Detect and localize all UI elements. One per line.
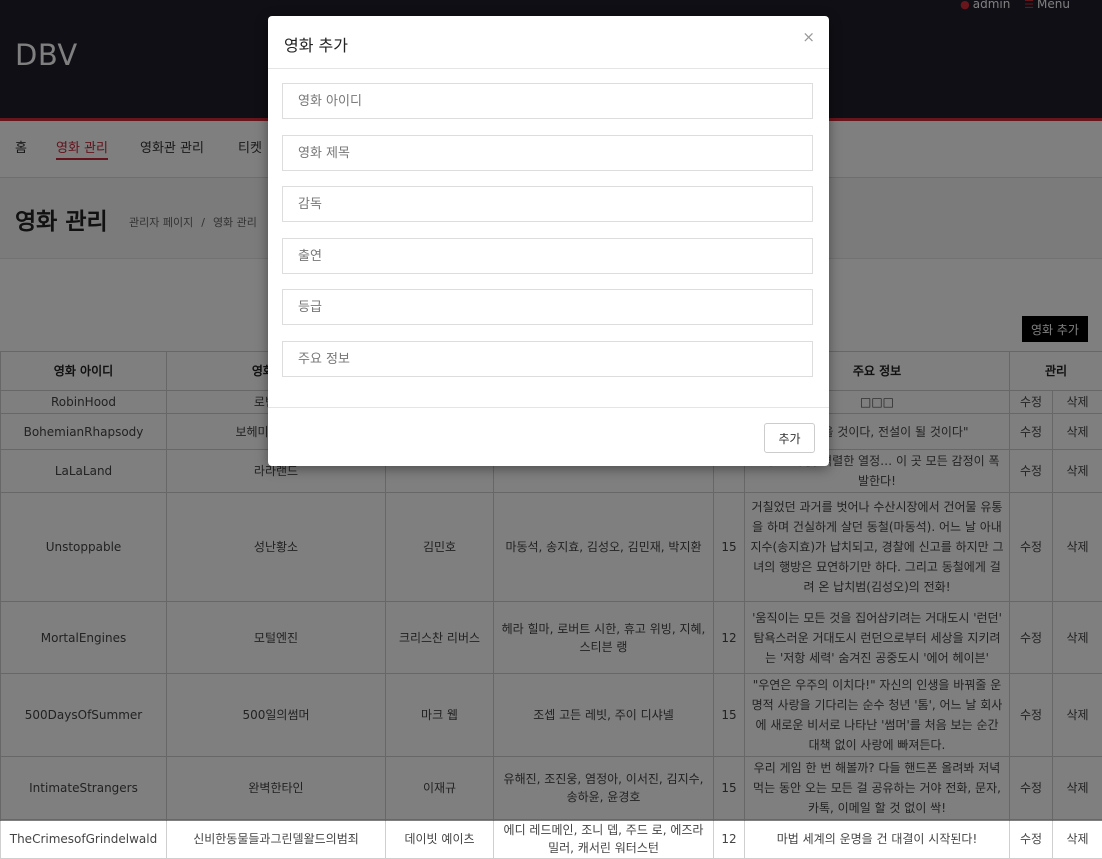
modal-title: 영화 추가 [284, 32, 348, 56]
cell-info: 마법 세계의 운명을 건 대결이 시작된다! [745, 820, 1010, 859]
edit-button[interactable]: 수정 [1010, 820, 1053, 859]
modal-footer: 추가 [268, 407, 829, 467]
movie-id-input[interactable] [282, 83, 813, 119]
modal-header: 영화 추가 × [268, 16, 829, 69]
cell-cast: 에디 레드메인, 조니 뎁, 주드 로, 에즈라 밀러, 캐서린 워터스턴 [494, 820, 714, 859]
cell-director: 데이빗 예이츠 [386, 820, 494, 859]
submit-add-button[interactable]: 추가 [764, 423, 815, 453]
cell-rating: 12 [714, 820, 745, 859]
info-input[interactable] [282, 341, 813, 377]
close-icon[interactable]: × [802, 28, 815, 46]
cell-movie-title: 신비한동물들과그린델왈드의범죄 [167, 820, 386, 859]
director-input[interactable] [282, 186, 813, 222]
add-movie-modal: 영화 추가 × 추가 [268, 16, 829, 466]
table-row: TheCrimesofGrindelwald신비한동물들과그린델왈드의범죄데이빗… [1, 820, 1102, 859]
movie-title-input[interactable] [282, 135, 813, 171]
delete-button[interactable]: 삭제 [1053, 820, 1102, 859]
rating-input[interactable] [282, 289, 813, 325]
cast-input[interactable] [282, 238, 813, 274]
cell-movie-id: TheCrimesofGrindelwald [1, 820, 167, 859]
